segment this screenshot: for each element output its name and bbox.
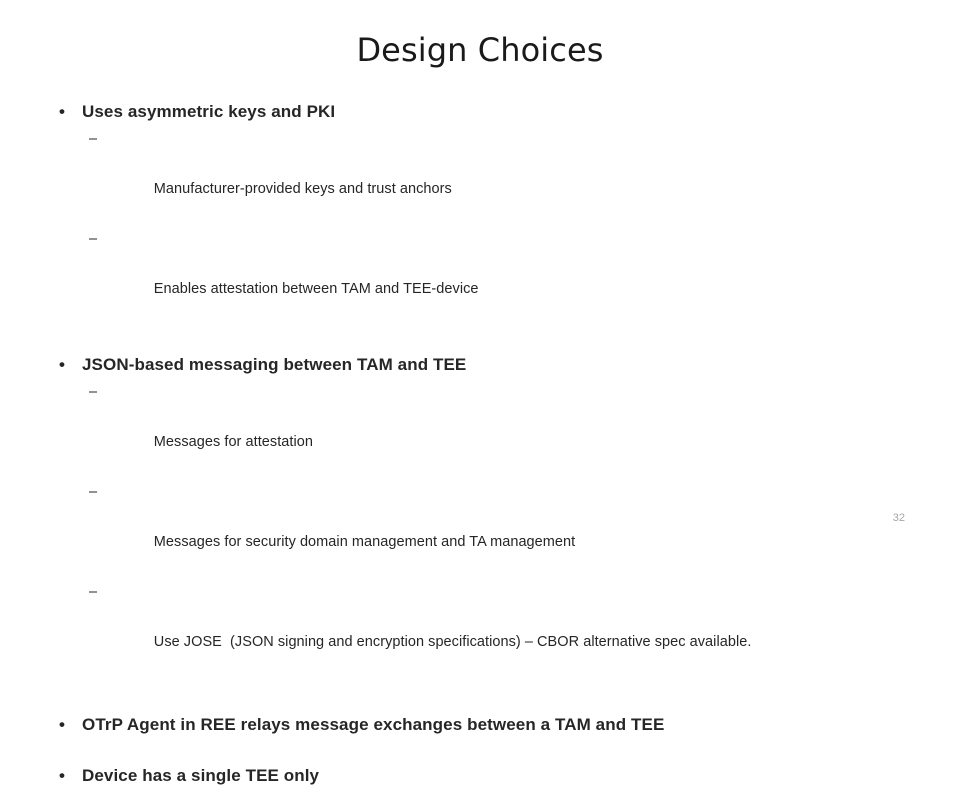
bullet-item-device-has-a-single-tee-only: • Device has a single TEE only xyxy=(50,764,930,788)
slide-canvas: Design Choices • Uses asymmetric keys an… xyxy=(0,0,960,785)
bullet-item-uses-asymmetric-keys-and-pki: • Uses asymmetric keys and PKI xyxy=(50,100,930,124)
page-number: 32 xyxy=(892,512,905,524)
sub-bullet-label: Manufacturer-provided keys and trust anc… xyxy=(153,181,452,197)
slide-content: • Uses asymmetric keys and PKI – Manufac… xyxy=(50,100,930,788)
sub-bullet-list-2: – Messages for attestation – Messages fo… xyxy=(50,380,930,680)
bullet-group-2: • JSON-based messaging between TAM and T… xyxy=(50,353,930,680)
dash-marker-icon: – xyxy=(89,484,98,500)
sub-bullet-item-messages-for-security-domain-management: – Messages for security domain managemen… xyxy=(50,480,930,580)
sub-bullet-list-1: – Manufacturer-provided keys and trust a… xyxy=(50,127,930,327)
bullet-group-3: • OTrP Agent in REE relays message excha… xyxy=(50,713,930,737)
sub-bullet-label: Messages for attestation xyxy=(153,434,313,450)
dash-marker-icon: – xyxy=(89,384,98,400)
bullet-label: JSON-based messaging between TAM and TEE xyxy=(82,355,467,374)
sub-bullet-item-use-jose: – Use JOSE (JSON signing and encryption … xyxy=(50,580,930,680)
sub-bullet-item-messages-for-attestation: – Messages for attestation xyxy=(50,380,930,480)
sub-bullet-label: Use JOSE (JSON signing and encryption sp… xyxy=(153,634,752,650)
bullet-dot-icon: • xyxy=(59,715,66,734)
dash-marker-icon: – xyxy=(89,131,98,147)
dash-marker-icon: – xyxy=(89,584,98,600)
sub-bullet-item-manufacturer-provided-keys: – Manufacturer-provided keys and trust a… xyxy=(50,127,930,227)
bullet-item-json-based-messaging: • JSON-based messaging between TAM and T… xyxy=(50,353,930,377)
bullet-dot-icon: • xyxy=(59,102,66,121)
bullet-item-otrp-agent-in-ree: • OTrP Agent in REE relays message excha… xyxy=(50,713,930,737)
bullet-dot-icon: • xyxy=(59,766,66,785)
bullet-dot-icon: • xyxy=(59,355,66,374)
sub-bullet-label: Messages for security domain management … xyxy=(153,534,576,550)
bullet-label: Device has a single TEE only xyxy=(82,766,320,785)
bullet-group-4: • Device has a single TEE only xyxy=(50,764,930,788)
bullet-group-1: • Uses asymmetric keys and PKI – Manufac… xyxy=(50,100,930,327)
dash-marker-icon: – xyxy=(89,231,98,247)
sub-bullet-label: Enables attestation between TAM and TEE-… xyxy=(153,281,479,297)
sub-bullet-item-enables-attestation: – Enables attestation between TAM and TE… xyxy=(50,227,930,327)
bullet-label: OTrP Agent in REE relays message exchang… xyxy=(82,715,665,734)
page-title: Design Choices xyxy=(356,31,604,69)
bullet-label: Uses asymmetric keys and PKI xyxy=(82,102,336,121)
